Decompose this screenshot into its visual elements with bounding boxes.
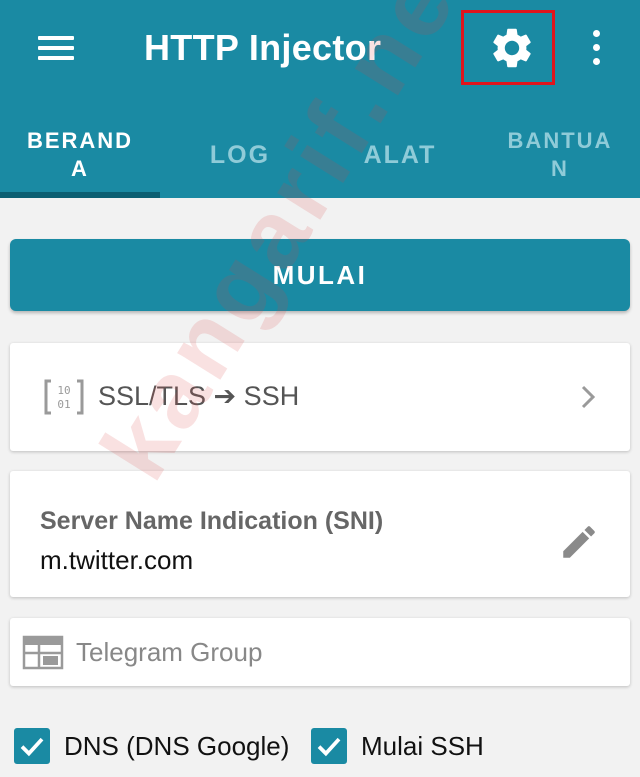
sni-title: Server Name Indication (SNI)	[40, 507, 384, 535]
telegram-group-input[interactable]	[76, 632, 596, 672]
start-button[interactable]: MULAI	[10, 239, 630, 311]
tab-alat-label: ALAT	[363, 140, 437, 169]
chevron-right-icon	[581, 385, 596, 409]
checkmark-icon	[20, 737, 44, 757]
telegram-group-field[interactable]	[10, 618, 630, 686]
ssh-checkbox-row[interactable]: Mulai SSH	[311, 722, 484, 770]
active-tab-indicator	[0, 192, 160, 198]
app-title: HTTP Injector	[144, 27, 382, 68]
checkmark-icon	[317, 737, 341, 757]
tab-bantuan-label-line1: BANTUA	[507, 128, 613, 153]
calendar-table-icon	[22, 635, 64, 670]
svg-text:01: 01	[57, 398, 70, 411]
tab-alat[interactable]: ALAT	[320, 112, 480, 198]
dns-checkbox-label: DNS (DNS Google)	[64, 730, 290, 761]
pencil-icon[interactable]	[558, 521, 600, 563]
settings-highlight-box	[461, 10, 555, 85]
tab-log-label: LOG	[209, 140, 271, 169]
ssh-checkbox-label: Mulai SSH	[361, 730, 484, 761]
dns-checkbox-row[interactable]: DNS (DNS Google)	[14, 722, 289, 770]
more-vert-icon[interactable]	[578, 26, 614, 70]
tunnel-mode-label: SSL/TLS ➔ SSH	[98, 381, 300, 411]
dns-checkbox[interactable]	[14, 728, 50, 764]
sni-card[interactable]: Server Name Indication (SNI) m.twitter.c…	[10, 471, 630, 597]
tab-log[interactable]: LOG	[160, 112, 320, 198]
svg-text:10: 10	[57, 384, 70, 397]
tab-beranda-label-line1: BERAND	[26, 128, 134, 153]
tunnel-mode-card[interactable]: 10 01 SSL/TLS ➔ SSH	[10, 343, 630, 451]
ssh-checkbox[interactable]	[311, 728, 347, 764]
tab-bantuan[interactable]: BANTUA N	[480, 112, 640, 198]
tab-bantuan-label-line2: N	[551, 156, 569, 181]
app-bar: HTTP Injector BERAND A LOG ALAT BANTUA N	[0, 0, 640, 198]
binary-brackets-icon: 10 01	[44, 379, 84, 415]
sni-value: m.twitter.com	[40, 545, 194, 575]
hamburger-menu-icon[interactable]	[32, 30, 80, 66]
tab-beranda-label-line2: A	[71, 156, 89, 181]
tab-beranda[interactable]: BERAND A	[0, 112, 160, 198]
